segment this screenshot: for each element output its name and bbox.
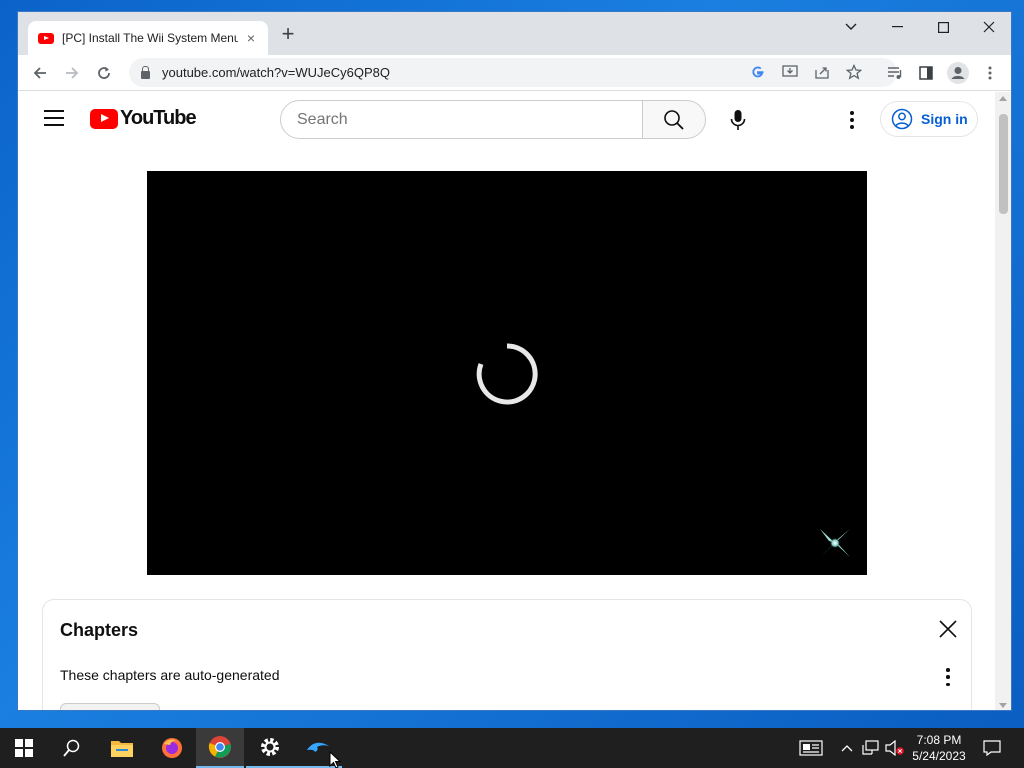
clock-time: 7:08 PM [916, 733, 962, 747]
show-hidden-icons-icon[interactable] [838, 728, 856, 768]
minimize-button[interactable] [874, 12, 920, 42]
url-text: youtube.com/watch?v=WUJeCy6QP8Q [162, 65, 390, 80]
scroll-up-icon[interactable] [999, 96, 1007, 101]
new-tab-button[interactable]: + [278, 23, 298, 45]
search-input[interactable] [297, 110, 642, 129]
chapter-chip[interactable] [60, 703, 160, 710]
network-icon[interactable] [860, 728, 882, 768]
scroll-thumb[interactable] [999, 114, 1008, 214]
profile-avatar-icon[interactable] [947, 62, 969, 84]
voice-search-button[interactable] [718, 100, 758, 140]
file-explorer-button[interactable] [98, 728, 146, 768]
close-window-button[interactable] [966, 12, 1011, 42]
search-icon [63, 739, 80, 757]
scroll-down-icon[interactable] [999, 703, 1007, 708]
sign-in-label: Sign in [921, 111, 968, 127]
youtube-header: YouTube Sign in [18, 92, 996, 148]
media-control-icon[interactable] [884, 62, 906, 84]
firefox-icon [162, 738, 182, 758]
page-scrollbar[interactable] [995, 92, 1011, 710]
chrome-menu-icon[interactable] [979, 62, 1001, 84]
search-icon [664, 109, 684, 130]
hamburger-menu-icon[interactable] [44, 110, 64, 126]
back-button[interactable] [28, 61, 52, 85]
channel-watermark-icon[interactable] [817, 525, 853, 561]
tab-title: [PC] Install The Wii System Menu [62, 31, 238, 45]
news-widget-icon[interactable] [796, 728, 826, 768]
side-panel-icon[interactable] [915, 62, 937, 84]
microphone-icon [730, 110, 746, 130]
search-box[interactable] [280, 100, 643, 139]
chrome-button[interactable] [196, 728, 244, 768]
chapters-more-icon[interactable] [945, 668, 951, 686]
browser-tab[interactable]: [PC] Install The Wii System Menu × [28, 21, 268, 55]
install-app-icon[interactable] [780, 62, 800, 82]
dolphin-icon [307, 742, 329, 752]
title-bar: [PC] Install The Wii System Menu × + [18, 12, 1011, 55]
settings-menu-icon[interactable] [840, 106, 864, 134]
reload-icon [98, 67, 110, 79]
youtube-logo[interactable]: YouTube [90, 107, 197, 130]
chapters-subtitle: These chapters are auto-generated [60, 667, 280, 683]
settings-icon [261, 738, 279, 756]
youtube-favicon-icon [38, 32, 54, 44]
account-circle-icon [891, 108, 913, 130]
video-player[interactable] [147, 171, 867, 575]
clock-date: 5/24/2023 [912, 749, 966, 763]
maximize-button[interactable] [920, 12, 966, 42]
tab-search-button[interactable] [828, 12, 874, 42]
bookmark-star-icon[interactable] [844, 62, 864, 82]
forward-button[interactable] [60, 61, 84, 85]
volume-muted-icon[interactable] [884, 728, 906, 768]
youtube-logo-text: YouTube [120, 107, 197, 129]
tab-close-icon[interactable]: × [244, 30, 258, 46]
lock-icon [141, 65, 150, 79]
taskbar-search-button[interactable] [48, 728, 96, 768]
file-explorer-icon [111, 741, 133, 757]
taskbar: 7:08 PM 5/24/2023 [0, 728, 1024, 768]
chrome-icon [208, 736, 231, 758]
youtube-play-icon [90, 108, 118, 129]
notifications-icon[interactable] [978, 728, 1006, 768]
system-clock[interactable]: 7:08 PM 5/24/2023 [906, 732, 972, 764]
close-icon[interactable] [937, 618, 959, 640]
firefox-button[interactable] [148, 728, 196, 768]
browser-window: [PC] Install The Wii System Menu × + you… [17, 11, 1012, 711]
chapters-panel: Chapters These chapters are auto-generat… [42, 599, 972, 710]
start-icon [15, 739, 33, 757]
youtube-page: YouTube Sign in [18, 92, 996, 710]
reload-button[interactable] [92, 61, 116, 85]
start-button[interactable] [0, 728, 48, 768]
back-arrow-icon [33, 67, 46, 79]
google-lens-icon[interactable] [748, 62, 768, 82]
forward-arrow-icon [66, 67, 79, 79]
settings-button[interactable] [246, 728, 294, 768]
sign-in-button[interactable]: Sign in [880, 101, 978, 137]
share-icon[interactable] [812, 62, 832, 82]
mouse-cursor-icon [329, 751, 341, 768]
chapters-title: Chapters [60, 620, 139, 640]
browser-toolbar: youtube.com/watch?v=WUJeCy6QP8Q [18, 55, 1011, 91]
search-button[interactable] [642, 100, 706, 139]
loading-spinner-icon [476, 343, 538, 405]
